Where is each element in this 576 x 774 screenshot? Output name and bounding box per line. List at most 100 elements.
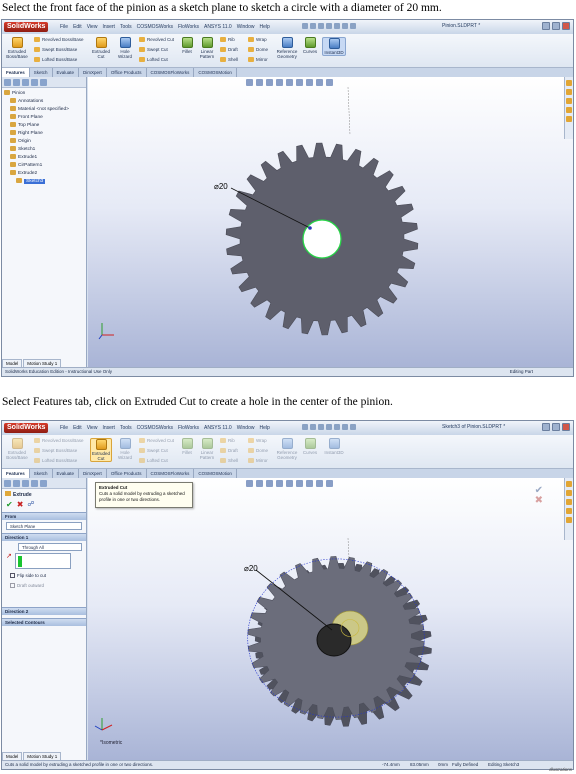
- display-manager-icon[interactable]: [40, 480, 47, 487]
- draft-button[interactable]: Draft: [220, 47, 238, 53]
- maximize-button[interactable]: [552, 423, 560, 431]
- instant3d-button[interactable]: Instant3D: [322, 37, 346, 56]
- lofted-boss-button[interactable]: Lofted Boss/Base: [34, 458, 77, 464]
- sketch-profile-circle[interactable]: [316, 623, 352, 657]
- maximize-button[interactable]: [552, 22, 560, 30]
- solidworks-logo[interactable]: SolidWorks: [4, 423, 49, 433]
- save-icon[interactable]: [318, 424, 324, 430]
- extruded-cut-button[interactable]: Extruded Cut: [90, 438, 112, 462]
- revolved-cut-button[interactable]: Revolved Cut: [139, 37, 174, 43]
- tree-item-cirpattern1[interactable]: CirPattern1: [4, 162, 84, 170]
- fillet-button[interactable]: Fillet: [179, 37, 195, 54]
- reference-geometry-button[interactable]: Reference Geometry: [275, 37, 299, 59]
- revolved-cut-button[interactable]: Revolved Cut: [139, 438, 174, 444]
- direction-vector-box[interactable]: [14, 553, 71, 569]
- property-manager-icon[interactable]: [13, 480, 20, 487]
- hole-wizard-button[interactable]: Hole Wizard: [114, 37, 136, 59]
- lofted-boss-button[interactable]: Lofted Boss/Base: [34, 57, 77, 63]
- flip-side-checkbox[interactable]: Flip side to cut: [10, 572, 78, 579]
- tree-item-front-plane[interactable]: Front Plane: [4, 114, 84, 122]
- undo-icon[interactable]: [334, 23, 340, 29]
- minimize-button[interactable]: [542, 22, 550, 30]
- tab-cosmosmotion[interactable]: COSMOSMotion: [194, 68, 237, 77]
- tab-sketch[interactable]: Sketch: [30, 68, 53, 77]
- tab-sketch[interactable]: Sketch: [30, 469, 53, 478]
- linear-pattern-button[interactable]: Linear Pattern: [197, 438, 217, 460]
- curves-button[interactable]: Curves: [301, 438, 319, 455]
- tab-cosmosfloworks[interactable]: COSMOSFloWorks: [147, 68, 195, 77]
- menu-insert[interactable]: Insert: [102, 424, 115, 432]
- tab-cosmosmotion[interactable]: COSMOSMotion: [194, 469, 237, 478]
- graphics-area[interactable]: ⌀20: [88, 77, 573, 367]
- extruded-cut-button[interactable]: Extruded Cut: [90, 37, 112, 59]
- hole-wizard-button[interactable]: Hole Wizard: [114, 438, 136, 460]
- swept-boss-button[interactable]: Swept Boss/Base: [34, 448, 77, 454]
- tab-dimxpert[interactable]: DimXpert: [79, 68, 107, 77]
- wrap-button[interactable]: Wrap: [248, 438, 267, 444]
- options-icon[interactable]: [350, 23, 356, 29]
- extruded-boss-button[interactable]: Extruded Boss/Base: [4, 438, 30, 460]
- tree-item-material[interactable]: Material <not specified>: [4, 106, 84, 114]
- dome-button[interactable]: Dome: [248, 47, 268, 53]
- selected-contours-header[interactable]: Selected Contours: [2, 618, 86, 626]
- tree-item-part[interactable]: Pinion: [4, 90, 84, 98]
- direction1-section-header[interactable]: Direction 1: [2, 533, 86, 541]
- menu-floworks[interactable]: FloWorks: [178, 23, 199, 31]
- feature-manager-icon[interactable]: [4, 79, 11, 86]
- wrap-button[interactable]: Wrap: [248, 37, 267, 43]
- tab-dimxpert[interactable]: DimXpert: [79, 469, 107, 478]
- tree-item-origin[interactable]: Origin: [4, 138, 84, 146]
- from-section-header[interactable]: From: [2, 512, 86, 520]
- sketch-circle-20mm[interactable]: [302, 219, 342, 259]
- swept-boss-button[interactable]: Swept Boss/Base: [34, 47, 77, 53]
- open-icon[interactable]: [310, 424, 316, 430]
- menu-file[interactable]: File: [60, 23, 68, 31]
- menu-edit[interactable]: Edit: [73, 424, 82, 432]
- tree-item-extrude1[interactable]: Extrude1: [4, 154, 84, 162]
- rebuild-icon[interactable]: [342, 23, 348, 29]
- menu-tools[interactable]: Tools: [120, 23, 132, 31]
- menu-ansys[interactable]: ANSYS 11.0: [204, 23, 232, 31]
- tree-item-sketch3[interactable]: Sketch3: [4, 178, 84, 186]
- configuration-manager-icon[interactable]: [22, 480, 29, 487]
- mirror-button[interactable]: Mirror: [248, 57, 268, 63]
- tab-features[interactable]: Features: [2, 68, 30, 77]
- tab-features[interactable]: Features: [2, 469, 30, 478]
- solidworks-logo[interactable]: SolidWorks: [4, 22, 49, 32]
- menu-help[interactable]: Help: [259, 424, 269, 432]
- menu-floworks[interactable]: FloWorks: [178, 424, 199, 432]
- property-manager-icon[interactable]: [13, 79, 20, 86]
- tab-evaluate[interactable]: Evaluate: [53, 469, 80, 478]
- rebuild-icon[interactable]: [342, 424, 348, 430]
- swept-cut-button[interactable]: Swept Cut: [139, 448, 168, 454]
- graphics-area[interactable]: ✔ ✖ ⌀20 *Isometric: [88, 478, 573, 760]
- close-button[interactable]: [562, 22, 570, 30]
- draft-outward-checkbox[interactable]: Draft outward: [10, 582, 78, 589]
- tree-item-sketch1[interactable]: Sketch1: [4, 146, 84, 154]
- tree-item-right-plane[interactable]: Right Plane: [4, 130, 84, 138]
- ok-check-icon[interactable]: ✔: [6, 501, 13, 509]
- lofted-cut-button[interactable]: Lofted Cut: [139, 57, 168, 63]
- tab-office-products[interactable]: Office Products: [107, 68, 147, 77]
- menu-view[interactable]: View: [87, 23, 98, 31]
- dimxpert-manager-icon[interactable]: [31, 480, 38, 487]
- dome-button[interactable]: Dome: [248, 448, 268, 454]
- cancel-x-icon[interactable]: ✖: [17, 501, 24, 509]
- open-icon[interactable]: [310, 23, 316, 29]
- tree-item-extrude2[interactable]: Extrude2: [4, 170, 84, 178]
- draft-button[interactable]: Draft: [220, 448, 238, 454]
- menu-help[interactable]: Help: [259, 23, 269, 31]
- tree-item-top-plane[interactable]: Top Plane: [4, 122, 84, 130]
- shell-button[interactable]: Shell: [220, 458, 238, 464]
- new-icon[interactable]: [302, 424, 308, 430]
- swept-cut-button[interactable]: Swept Cut: [139, 47, 168, 53]
- menu-file[interactable]: File: [60, 424, 68, 432]
- menu-view[interactable]: View: [87, 424, 98, 432]
- save-icon[interactable]: [318, 23, 324, 29]
- direction-arrow-icon[interactable]: ↗: [6, 553, 12, 569]
- reference-geometry-button[interactable]: Reference Geometry: [275, 438, 299, 460]
- menu-window[interactable]: Window: [237, 424, 255, 432]
- display-manager-icon[interactable]: [40, 79, 47, 86]
- menu-insert[interactable]: Insert: [102, 23, 115, 31]
- options-icon[interactable]: [350, 424, 356, 430]
